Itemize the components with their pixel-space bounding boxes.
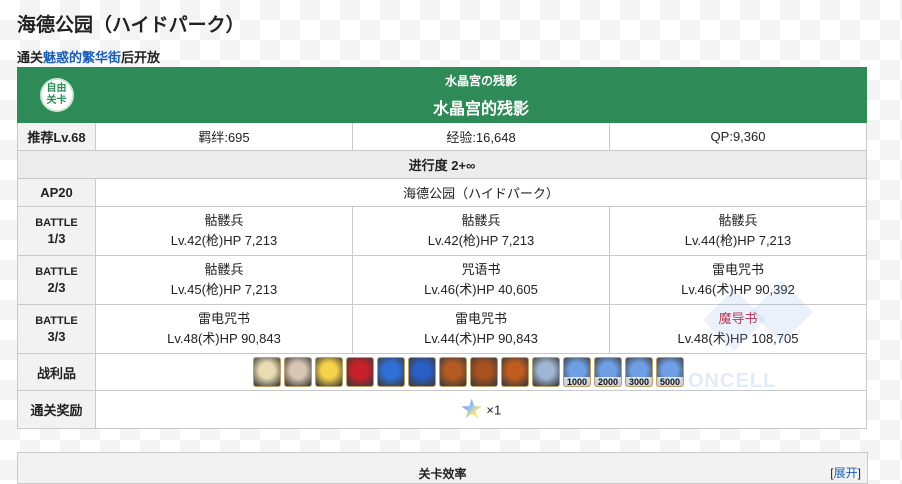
blue-qp-icon-2[interactable]: 2000 (594, 357, 622, 387)
enemy-stats: Lv.42(枪)HP 7,213 (170, 233, 278, 248)
free-quest-badge-icon: 自由 关卡 (39, 78, 74, 112)
enemy-stats: Lv.42(枪)HP 7,213 (427, 233, 535, 248)
reward-label: 通关奖励 (17, 390, 96, 429)
expand-toggle: [展开] (830, 464, 861, 481)
enemy-name: 雷电咒书 (712, 262, 765, 277)
enemy-name: 咒语书 (461, 262, 501, 277)
enemy-cell[interactable]: 骷髅兵 Lv.42(枪)HP 7,213 (95, 206, 353, 256)
reward-row: 通关奖励 ×1 (17, 390, 868, 429)
saint-quartz-icon[interactable] (461, 398, 483, 419)
quest-header-row: 自由 关卡 水晶宮の残影 水晶宫的残影 (17, 67, 868, 123)
bone-material-icon[interactable] (284, 357, 312, 387)
watermark-text: ONCELL (688, 370, 777, 392)
reward-cell: ×1 (94, 390, 868, 429)
fire-ember-icon-2[interactable] (470, 357, 498, 387)
blue-qp-icon-3[interactable]: 3000 (625, 357, 653, 387)
battle-label-line-1: BATTLE (35, 314, 78, 327)
quest-efficiency-panel: 关卡效率 [展开] (17, 452, 868, 484)
enemy-stats: Lv.45(枪)HP 7,213 (170, 282, 278, 297)
enemy-stats: Lv.44(枪)HP 7,213 (684, 233, 792, 248)
progress-row: 进行度 2+∞ (16, 150, 868, 179)
bracket-close: ] (857, 466, 861, 480)
drop-count: 2000 (595, 377, 621, 386)
ap-cost: AP20 (17, 178, 96, 207)
drop-count: 5000 (657, 377, 683, 386)
enemy-stats: Lv.44(术)HP 90,843 (424, 331, 538, 346)
enemy-cell[interactable]: 骷髅兵 Lv.45(枪)HP 7,213 (95, 255, 353, 305)
drops-label: 战利品 (17, 353, 96, 391)
recommended-level: 推荐Lv.68 (17, 122, 96, 151)
enemy-cell[interactable]: 骷髅兵 Lv.44(枪)HP 7,213 (608, 206, 868, 256)
exp-value: 经验:16,648 (352, 122, 610, 151)
battle-label-line-1: BATTLE (35, 265, 78, 278)
expand-link[interactable]: 展开 (834, 466, 858, 480)
bond-value: 羁绊:695 (95, 122, 353, 151)
enemy-cell[interactable]: 雷电咒书 Lv.48(术)HP 90,843 (95, 304, 353, 354)
reward-count: ×1 (486, 402, 502, 417)
page-title: 海德公园（ハイドパーク） (17, 15, 245, 36)
blue-magic-gem-icon[interactable] (408, 357, 436, 387)
crystal-orb-icon[interactable] (532, 357, 560, 387)
quest-name-cn: 水晶宫的残影 (433, 100, 530, 118)
battle-wave: 2/3 (47, 279, 66, 295)
ap-row: AP20 海德公园（ハイドパーク） (17, 178, 868, 207)
red-gem-material-icon[interactable] (346, 357, 374, 387)
enemy-name: 骷髅兵 (204, 262, 244, 277)
fire-ember-icon-1[interactable] (439, 357, 467, 387)
badge-line-2: 关卡 (46, 95, 67, 106)
battle-label: BATTLE 2/3 (17, 255, 96, 305)
blue-qp-icon-4[interactable]: 5000 (656, 357, 684, 387)
battle-wave: 1/3 (47, 230, 66, 246)
quest-type-cell: 自由 关卡 (17, 67, 96, 123)
enemy-name: 骷髅兵 (204, 213, 244, 228)
battle-label-line-1: BATTLE (35, 216, 78, 229)
badge-line-1: 自由 (46, 83, 67, 94)
quest-stats-row: 推荐Lv.68 羁绊:695 经验:16,648 QP:9,360 (17, 122, 868, 151)
fire-ember-icon-3[interactable] (501, 357, 529, 387)
enemy-name: 雷电咒书 (197, 311, 250, 326)
enemy-name: 骷髅兵 (461, 213, 501, 228)
drop-count: 1000 (564, 377, 590, 386)
battle-row-1: BATTLE 1/3 骷髅兵 Lv.42(枪)HP 7,213 骷髅兵 Lv.4… (17, 206, 868, 256)
blue-qp-icon-1[interactable]: 1000 (563, 357, 591, 387)
enemy-name: 骷髅兵 (718, 213, 758, 228)
progress-label: 进行度 2+∞ (16, 150, 868, 179)
unlock-suffix: 后开放 (121, 50, 161, 65)
gold-star-material-icon[interactable] (315, 357, 343, 387)
scroll-material-icon[interactable] (253, 357, 281, 387)
enemy-cell[interactable]: 雷电咒书 Lv.44(术)HP 90,843 (352, 304, 610, 354)
enemy-name: 雷电咒书 (454, 311, 507, 326)
battle-wave: 3/3 (47, 328, 66, 344)
quest-name-jp: 水晶宮の残影 (445, 73, 518, 88)
enemy-cell[interactable]: 骷髅兵 Lv.42(枪)HP 7,213 (352, 206, 610, 256)
quest-name-cell: 水晶宮の残影 水晶宫的残影 (94, 67, 868, 123)
qp-value: QP:9,360 (608, 122, 868, 151)
enemy-cell[interactable]: 咒语书 Lv.46(术)HP 40,605 (352, 255, 610, 305)
quest-location: 海德公园（ハイドパーク） (94, 178, 868, 207)
enemy-stats: Lv.48(术)HP 90,843 (167, 331, 281, 346)
battle-label: BATTLE 1/3 (17, 206, 96, 256)
enemy-stats: Lv.46(术)HP 40,605 (424, 282, 538, 297)
unlock-prefix: 通关 (17, 50, 44, 65)
blue-gem-icon[interactable] (377, 357, 405, 387)
battle-label: BATTLE 3/3 (17, 304, 96, 354)
unlock-quest-link[interactable]: 魅惑的繁华街 (43, 50, 121, 65)
drop-count: 3000 (626, 377, 652, 386)
unlock-condition: 通关魅惑的繁华街后开放 (17, 47, 160, 66)
